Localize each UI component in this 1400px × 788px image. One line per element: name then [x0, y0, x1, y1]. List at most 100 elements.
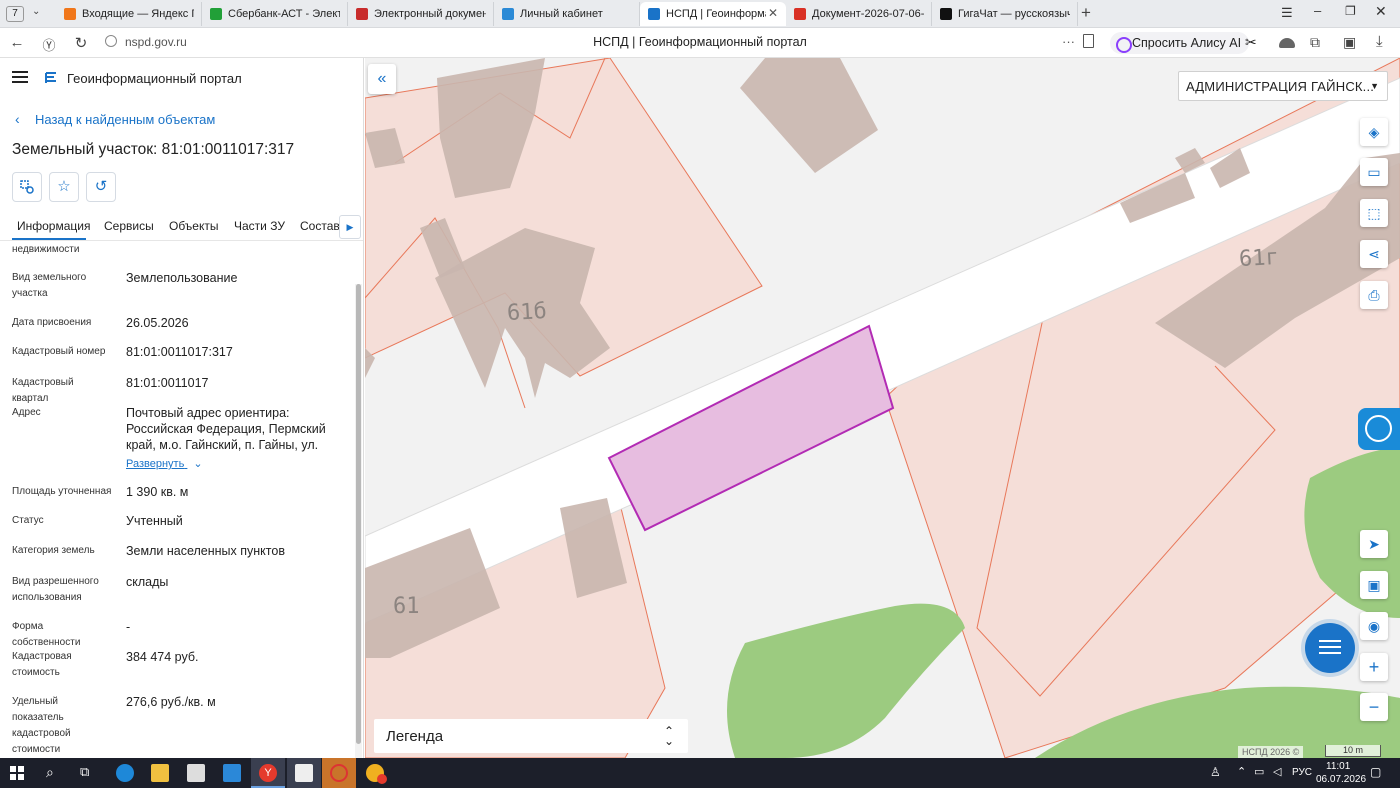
chat-assistant-button[interactable] [1305, 623, 1355, 673]
tab-label: Сбербанк-АСТ - Электрон [228, 8, 340, 20]
collapse-panel-button[interactable]: « [368, 64, 396, 94]
more-icon[interactable]: ··· [1062, 34, 1075, 49]
explorer-icon[interactable] [151, 764, 169, 782]
clock-time[interactable]: 11:01 [1326, 761, 1350, 772]
browser-tab[interactable]: Электронный документо [348, 2, 494, 26]
tab-favicon-icon [940, 8, 952, 20]
print-button[interactable]: ⎙ [1360, 281, 1388, 309]
extension-icon[interactable]: ✂ [1245, 34, 1257, 51]
tabs-dropdown-icon[interactable]: ⌄ [32, 6, 40, 17]
tab-favicon-icon [356, 8, 368, 20]
browser-tab[interactable]: Документ-2026-07-06-09 [786, 2, 932, 26]
people-icon[interactable]: ♙ [1210, 765, 1221, 779]
geolocation-button[interactable]: ◉ [1360, 612, 1388, 640]
history-button[interactable]: ↺ [86, 172, 116, 202]
task-view-icon[interactable]: ⧉ [80, 764, 89, 780]
reload-icon[interactable]: ↻ [72, 34, 90, 52]
layers-button[interactable]: ◈ [1360, 118, 1388, 146]
notification-app-icon[interactable] [366, 764, 387, 784]
url-text[interactable]: nspd.gov.ru [125, 35, 187, 49]
browser-tab-bar: 7 ⌄ Входящие — Яндекс Почт Сбербанк-АСТ -… [0, 0, 1400, 28]
language-indicator[interactable]: РУС [1292, 767, 1312, 778]
site-info-icon[interactable] [105, 35, 117, 47]
zoom-in-button[interactable]: + [1360, 653, 1388, 681]
favorite-button[interactable]: ☆ [49, 172, 79, 202]
zoom-out-button[interactable]: − [1360, 693, 1388, 721]
maximize-button[interactable]: ❐ [1345, 4, 1356, 18]
hamburger-menu-icon[interactable] [12, 71, 28, 83]
tray-chevron-icon[interactable]: ⌃ [1237, 765, 1246, 778]
share-button[interactable]: ⋖ [1360, 240, 1388, 268]
alisa-button[interactable]: Спросить Алису AI [1110, 32, 1250, 54]
edge-icon[interactable] [116, 764, 134, 782]
row-label: Кадастровая стоимость [12, 651, 72, 678]
collections-icon[interactable]: ▣ [1343, 34, 1356, 51]
panel-scrollbar[interactable] [355, 284, 362, 758]
feedback-tab[interactable] [1358, 408, 1400, 450]
minimize-button[interactable]: – [1314, 3, 1321, 18]
browser-tab[interactable]: НСПД | Геоинформаци✕ [640, 2, 786, 26]
windows-start-icon[interactable] [10, 766, 24, 780]
new-tab-button[interactable]: + [1081, 3, 1091, 23]
browser-tab[interactable]: ГигаЧат — русскоязычна [932, 2, 1078, 26]
tabs-scroll-right-button[interactable]: ▶ [339, 215, 361, 239]
tab-label: Электронный документо [374, 8, 486, 20]
map-view[interactable]: 61б 61г 61 « АДМИНИСТРАЦИЯ ГАЙНСК... ▼ ◈… [365, 58, 1400, 758]
back-chevron-icon[interactable]: ‹ [15, 111, 20, 127]
admin-select[interactable]: АДМИНИСТРАЦИЯ ГАЙНСК... ▼ [1178, 71, 1388, 101]
locate-on-map-button[interactable] [12, 172, 42, 202]
close-tab-icon[interactable]: ✕ [768, 6, 778, 20]
panel-scrollbar-thumb[interactable] [356, 284, 361, 744]
tab-objects[interactable]: Объекты [169, 219, 219, 233]
tab-label: Входящие — Яндекс Почт [82, 8, 194, 20]
app-taskbar-2[interactable] [322, 758, 356, 788]
back-to-results-link[interactable]: Назад к найденным объектам [35, 112, 215, 127]
mail-icon[interactable] [223, 764, 241, 782]
tab-composition[interactable]: Состав [300, 219, 340, 233]
tab-information[interactable]: Информация [17, 219, 90, 233]
yandex-browser-taskbar[interactable]: Y [251, 758, 285, 788]
network-icon[interactable]: ▭ [1254, 765, 1264, 778]
store-icon[interactable] [187, 764, 205, 782]
back-arrow-icon[interactable]: ← [8, 34, 26, 51]
app-taskbar-1[interactable] [287, 758, 321, 788]
tab-label: Личный кабинет [520, 8, 603, 20]
expand-link-label: Развернуть [126, 458, 185, 470]
notifications-icon[interactable]: ▢ [1370, 765, 1381, 779]
tab-count-badge[interactable]: 7 [6, 6, 24, 22]
navigation-arrow-icon: ➤ [1368, 536, 1380, 552]
puzzle-icon[interactable]: ⧉ [1310, 34, 1320, 51]
menu-icon[interactable]: ☰ [1281, 5, 1293, 21]
row-value: 1 390 кв. м [126, 485, 189, 499]
app-icon [295, 764, 313, 782]
bookmark-icon[interactable] [1083, 34, 1094, 48]
attribution: НСПД 2026 © [1238, 746, 1304, 758]
minimap-button[interactable]: ▣ [1360, 571, 1388, 599]
tab-parts[interactable]: Части ЗУ [234, 219, 285, 233]
search-icon[interactable]: ⌕ [46, 764, 54, 781]
tab-label: ГигаЧат — русскоязычна [958, 8, 1070, 20]
navigate-button[interactable]: ➤ [1360, 530, 1388, 558]
admin-select-value: АДМИНИСТРАЦИЯ ГАЙНСК... [1186, 79, 1375, 94]
volume-icon[interactable]: ◁ [1273, 765, 1281, 778]
share-icon: ⋖ [1368, 246, 1380, 262]
yandex-logo-icon[interactable]: Ⓨ [40, 35, 58, 54]
ruler-button[interactable]: ▭ [1360, 158, 1388, 186]
yandex-browser-icon: Y [259, 764, 277, 782]
browser-tab[interactable]: Входящие — Яндекс Почт [56, 2, 202, 26]
close-window-button[interactable]: ✕ [1375, 3, 1387, 20]
clock-date[interactable]: 06.07.2026 [1316, 774, 1366, 785]
browser-tab[interactable]: Личный кабинет [494, 2, 640, 26]
tab-label: Документ-2026-07-06-09 [812, 8, 924, 20]
map-canvas[interactable] [365, 58, 1400, 758]
scale-label: 10 m [1342, 745, 1363, 755]
tab-services[interactable]: Сервисы [104, 219, 154, 233]
hat-icon[interactable] [1279, 38, 1295, 48]
browser-tab[interactable]: Сбербанк-АСТ - Электрон [202, 2, 348, 26]
row-label: Форма собственности [12, 621, 81, 648]
download-icon[interactable]: ⤓ [1376, 33, 1383, 50]
legend-panel[interactable]: Легенда ⌃ ⌄ [374, 719, 688, 753]
select-area-button[interactable]: ⬚ [1360, 199, 1388, 227]
expand-address-link[interactable]: Развернуть ⌄ [126, 457, 203, 470]
chevron-down-icon: ▼ [1370, 81, 1379, 91]
